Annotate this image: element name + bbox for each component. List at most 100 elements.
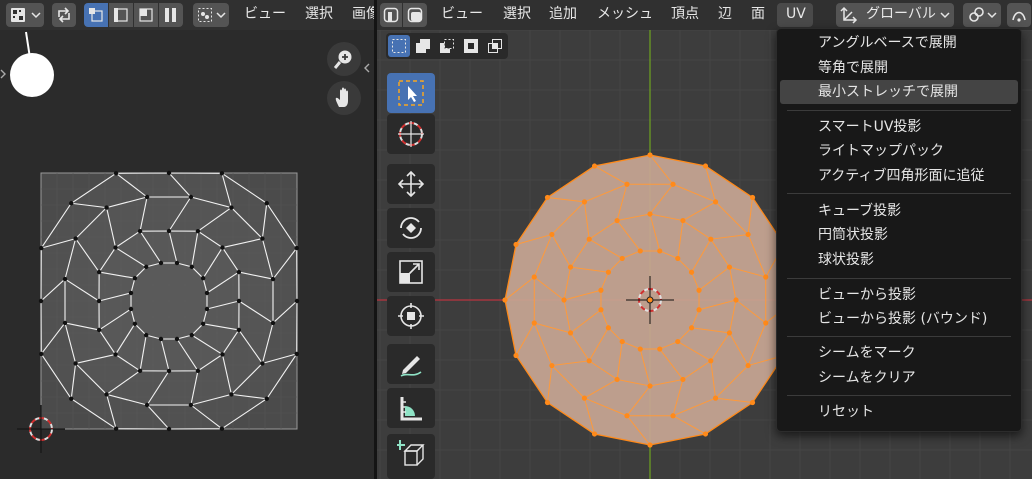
uv-vertex xyxy=(229,205,234,210)
menu-item-follow-active-quads[interactable]: アクティブ四角形面に追従 xyxy=(780,164,1018,188)
uv-vertex xyxy=(128,290,134,296)
vp-menu-view[interactable]: ビュー xyxy=(441,0,483,30)
measure-tool[interactable] xyxy=(387,388,435,428)
transform-tool[interactable] xyxy=(387,296,435,336)
vp-menu-mesh[interactable]: メッシュ xyxy=(597,0,653,30)
uv-vertex xyxy=(188,402,194,408)
select-intersect-button[interactable] xyxy=(484,35,506,57)
vp-menu-face[interactable]: 面 xyxy=(751,0,765,30)
vp-menu-uv-open[interactable]: UV xyxy=(777,3,813,27)
vp-menu-edge[interactable]: 辺 xyxy=(718,0,732,30)
move-tool[interactable] xyxy=(387,164,435,204)
uv-vertex xyxy=(270,276,276,282)
sync-selection-toggle[interactable] xyxy=(52,3,76,27)
uv-menu-image[interactable]: 画像 xyxy=(352,0,374,30)
menu-item-sphere-projection[interactable]: 球状投影 xyxy=(780,248,1018,272)
vp-menu-add[interactable]: 追加 xyxy=(549,0,577,30)
uv-vertex xyxy=(166,228,172,234)
uv-vertex xyxy=(264,201,269,206)
toolbar-expand-arrow[interactable] xyxy=(0,67,6,81)
menu-item-reset[interactable]: リセット xyxy=(780,400,1018,424)
sidebar-collapse-arrow[interactable] xyxy=(362,60,372,76)
menu-item-conformal-unwrap[interactable]: 等角で展開 xyxy=(780,56,1018,80)
pivot-point-dropdown[interactable] xyxy=(963,3,1001,27)
menu-item-angle-based-unwrap[interactable]: アングルベースで展開 xyxy=(780,31,1018,55)
menu-item-clear-seam[interactable]: シームをクリア xyxy=(780,366,1018,390)
uv-vertex xyxy=(189,332,195,338)
sticky-selection-dropdown[interactable] xyxy=(193,3,229,27)
uv-vertex xyxy=(39,245,44,251)
select-new-button[interactable] xyxy=(388,35,410,57)
zoom-button[interactable] xyxy=(327,42,361,76)
xray-toggle-left[interactable] xyxy=(380,3,402,27)
menu-item-lightmap-pack[interactable]: ライトマップパック xyxy=(780,139,1018,163)
rotate-tool[interactable] xyxy=(387,208,435,248)
vp-menu-vertex[interactable]: 頂点 xyxy=(671,0,699,30)
menu-item-project-from-view[interactable]: ビューから投影 xyxy=(780,283,1018,307)
mesh-vertex xyxy=(561,297,567,303)
mesh-vertex xyxy=(637,346,643,352)
scale-tool[interactable] xyxy=(387,252,435,292)
scale-icon xyxy=(399,260,423,284)
uv-menu-view[interactable]: ビュー xyxy=(244,0,286,30)
uv-vertex xyxy=(62,320,68,326)
menu-separator xyxy=(787,278,1011,279)
cursor-tool[interactable] xyxy=(387,114,435,154)
transform-orientation-dropdown[interactable]: グローバル xyxy=(836,3,954,27)
proportional-editing-toggle[interactable] xyxy=(1007,3,1031,27)
mesh-vertex xyxy=(624,181,630,187)
menu-item-mark-seam[interactable]: シームをマーク xyxy=(780,341,1018,365)
pan-button[interactable] xyxy=(327,81,361,115)
menu-item-cylinder-projection[interactable]: 円筒状投影 xyxy=(780,223,1018,247)
mesh-vertex xyxy=(502,297,508,303)
xray-toggle-right[interactable] xyxy=(403,3,427,27)
mesh-vertex xyxy=(688,269,695,275)
select-box-icon xyxy=(398,80,424,106)
mesh-vertex xyxy=(745,362,751,369)
select-subtract-button[interactable] xyxy=(436,35,458,57)
tooltip-pointer-icon xyxy=(10,31,54,97)
add-cube-tool[interactable] xyxy=(387,434,435,479)
island-select-mode-button[interactable] xyxy=(159,3,183,27)
chevron-down-icon xyxy=(987,12,997,19)
select-invert-button[interactable] xyxy=(460,35,482,57)
uv-vertex xyxy=(73,361,78,366)
sticky-select-icon xyxy=(198,8,212,22)
mesh-vertex xyxy=(605,269,612,275)
uv-vertex xyxy=(137,368,143,374)
mesh-vertex xyxy=(657,248,663,254)
uv-editor[interactable] xyxy=(0,30,374,479)
menu-item-project-from-view-bounds[interactable]: ビューから投影 (バウンド) xyxy=(780,307,1018,331)
mesh-vertex xyxy=(675,338,681,345)
mesh-vertex xyxy=(647,383,653,389)
menu-item-cube-projection[interactable]: キューブ投影 xyxy=(780,199,1018,223)
mesh-vertex xyxy=(688,325,695,331)
uv-vertex xyxy=(113,352,118,357)
menu-item-smart-uv-project[interactable]: スマートUV投影 xyxy=(780,115,1018,139)
uv-vertex xyxy=(236,298,242,304)
uv-vertex xyxy=(219,171,225,176)
uv-vertex xyxy=(260,236,265,241)
select-box-tool[interactable] xyxy=(387,73,435,113)
chevron-left-icon xyxy=(364,63,370,73)
select-extend-button[interactable] xyxy=(412,35,434,57)
vertex-select-mode-button[interactable] xyxy=(84,3,108,27)
mesh-vertex xyxy=(702,431,709,437)
uv-vertex xyxy=(144,194,150,200)
mesh-vertex xyxy=(544,399,551,406)
orientation-axes-icon xyxy=(840,6,858,24)
menu-item-minimum-stretch-unwrap[interactable]: 最小ストレッチで展開 xyxy=(780,80,1018,104)
mesh-vertex xyxy=(637,248,643,254)
uv-vertex xyxy=(132,275,138,281)
face-select-mode-button[interactable] xyxy=(134,3,158,27)
uv-menu-select[interactable]: 選択 xyxy=(305,0,333,30)
edge-select-mode-button[interactable] xyxy=(109,3,133,27)
vp-menu-select[interactable]: 選択 xyxy=(503,0,531,30)
uv-vertex xyxy=(113,171,119,176)
annotate-tool[interactable] xyxy=(387,344,435,384)
mesh-vertex xyxy=(586,236,592,242)
mesh-vertex xyxy=(708,236,714,242)
mesh-vertex xyxy=(544,194,551,201)
editor-type-dropdown[interactable] xyxy=(6,3,44,27)
transform-icon xyxy=(398,303,424,329)
